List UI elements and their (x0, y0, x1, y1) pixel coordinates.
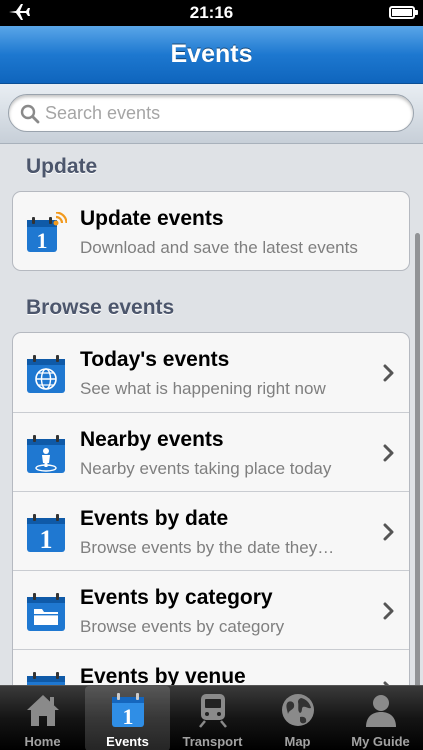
list-item-events-by-category[interactable]: Events by category Browse events by cate… (13, 570, 409, 649)
item-subtitle: See what is happening right now (80, 379, 326, 398)
list-item-update-events[interactable]: 1 Update events Download and save the la… (13, 192, 409, 270)
tab-transport[interactable]: Transport (170, 686, 255, 750)
person-icon (365, 695, 396, 727)
list-item-events-by-venue[interactable]: Events by venue (13, 649, 409, 685)
chevron-right-icon (383, 602, 394, 620)
svg-text:1: 1 (122, 704, 133, 729)
calendar-rss-icon: 1 (27, 212, 67, 253)
list-item-todays-events[interactable]: Today's events See what is happening rig… (13, 333, 409, 412)
navigation-bar: Events (0, 26, 423, 84)
section-header-update: Update (26, 155, 98, 178)
tab-label: Home (24, 734, 61, 749)
tab-label: Events (106, 734, 149, 749)
search-icon (20, 104, 40, 124)
section-header-browse: Browse events (26, 296, 175, 319)
globe-icon (281, 694, 314, 726)
tab-label: Transport (182, 734, 243, 749)
calendar-icon: 1 (111, 693, 144, 729)
tab-label: Map (284, 734, 311, 749)
chevron-right-icon (383, 364, 394, 382)
chevron-right-icon (383, 523, 394, 541)
item-title: Events by category (80, 586, 273, 609)
chevron-right-icon (383, 444, 394, 462)
svg-text:1: 1 (37, 228, 48, 253)
item-title: Today's events (80, 348, 230, 371)
list-item-nearby-events[interactable]: Nearby events Nearby events taking place… (13, 412, 409, 491)
scroll-indicator[interactable] (415, 233, 420, 685)
browse-group: Today's events See what is happening rig… (12, 332, 410, 685)
item-subtitle: Browse events by the date they… (80, 538, 335, 557)
tab-home[interactable]: Home (0, 686, 85, 750)
status-time: 21:16 (189, 3, 234, 22)
battery-icon (389, 6, 418, 19)
item-title: Nearby events (80, 428, 224, 451)
calendar-folder-icon (27, 593, 65, 631)
tab-map[interactable]: Map (255, 686, 340, 750)
item-subtitle: Browse events by category (80, 617, 285, 636)
update-group: 1 Update events Download and save the la… (12, 191, 410, 271)
house-icon (26, 695, 59, 726)
svg-text:1: 1 (40, 525, 53, 554)
search-field[interactable] (8, 94, 414, 132)
list-item-events-by-date[interactable]: 1 Events by date Browse events by the da… (13, 491, 409, 570)
item-subtitle: Download and save the latest events (80, 238, 358, 257)
calendar-date-icon: 1 (27, 514, 65, 554)
page-title: Events (170, 40, 253, 68)
tab-my-guide[interactable]: My Guide (338, 686, 423, 750)
status-bar: 21:16 (0, 0, 423, 26)
item-title: Events by venue (80, 665, 246, 685)
item-title: Update events (80, 207, 224, 230)
calendar-person-icon (27, 435, 65, 473)
item-title: Events by date (80, 507, 229, 530)
tab-bar: Home 1 Events Transport Map My Guide (0, 685, 423, 750)
events-list[interactable]: Update 1 Update events Download and save… (0, 145, 423, 685)
calendar-globe-icon (27, 355, 65, 393)
search-input[interactable] (45, 99, 400, 127)
train-icon (198, 694, 227, 728)
item-subtitle: Nearby events taking place today (80, 459, 332, 478)
calendar-venue-icon (27, 672, 65, 685)
tab-label: My Guide (351, 734, 410, 749)
search-bar (0, 84, 423, 144)
tab-events[interactable]: 1 Events (85, 686, 170, 750)
